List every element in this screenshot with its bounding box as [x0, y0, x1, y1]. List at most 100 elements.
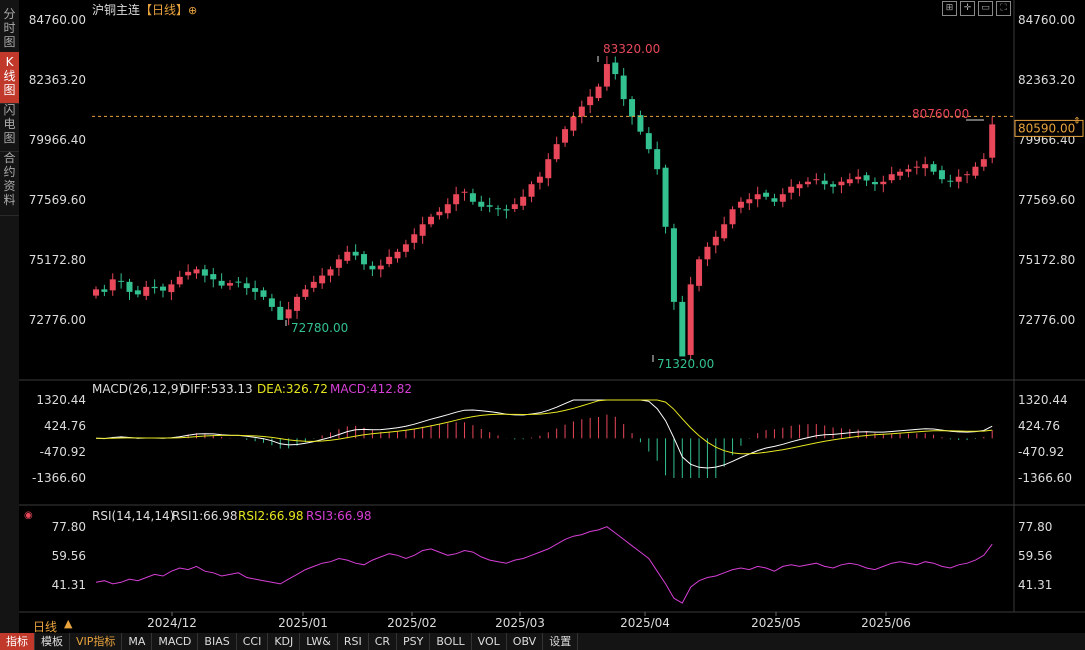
candle-body [294, 296, 301, 311]
candle-body [779, 194, 786, 202]
candle-body [319, 275, 326, 284]
layout-icon[interactable]: ▭ [978, 1, 993, 16]
candle-body [654, 149, 661, 170]
candle-body [394, 251, 401, 259]
candle-body [495, 208, 502, 210]
macd-tick-right-3: -1366.60 [1018, 471, 1072, 485]
candle-body [687, 284, 694, 355]
indicator-tab-ma[interactable]: MA [122, 633, 153, 650]
candle-body [143, 286, 150, 296]
x-label-4: 2025/04 [620, 616, 670, 630]
candle-body [109, 279, 116, 291]
rsi-tick-left-0: 77.80 [52, 520, 86, 534]
candle-body [201, 269, 208, 276]
candle-body [578, 106, 585, 117]
candle-body [134, 290, 141, 295]
scroll-left-icon: ▲ [64, 617, 73, 630]
candle-body [905, 169, 912, 172]
indicator-tab-vol[interactable]: VOL [472, 633, 507, 650]
candle-body [704, 246, 711, 260]
candle-body [603, 64, 610, 87]
candle-body [227, 283, 234, 286]
candle-body [160, 286, 167, 291]
price-tick-right-3: 77569.60 [1018, 193, 1075, 207]
x-label-5: 2025/05 [751, 616, 801, 630]
candle-body [662, 167, 669, 227]
candle-body [511, 204, 518, 210]
candle-body [361, 254, 368, 265]
indicator-tab-vip指标[interactable]: VIP指标 [70, 633, 123, 650]
candle-body [587, 96, 594, 106]
candle-body [763, 192, 770, 197]
grid-icon[interactable]: ⊞ [942, 1, 957, 16]
indicator-tab-kdj[interactable]: KDJ [268, 633, 301, 650]
indicator-tab-cr[interactable]: CR [369, 633, 398, 650]
indicator-tab-bias[interactable]: BIAS [198, 633, 237, 650]
indicator-tab-obv[interactable]: OBV [507, 633, 544, 650]
indicator-tab-macd[interactable]: MACD [152, 633, 199, 650]
chart-canvas: 沪铜主连 【日线】 ⊕ 84760.00 84760.00 82363.20 82363.2… [19, 0, 1085, 630]
price-tick-left-0: 84760.00 [29, 13, 86, 27]
candle-body [277, 306, 284, 320]
candle-body [637, 115, 644, 132]
candle-body [118, 280, 125, 282]
candle-body [612, 62, 619, 75]
candle-body [377, 265, 384, 270]
rsi-tick-right-2: 41.31 [1018, 578, 1052, 592]
candle-body [310, 281, 317, 288]
macd-tick-left-0: 1320.44 [36, 393, 86, 407]
candle-body [771, 198, 778, 202]
indicator-tab-模板[interactable]: 模板 [35, 633, 70, 650]
crosshair-icon[interactable]: ✛ [960, 1, 975, 16]
indicator-tab-cci[interactable]: CCI [237, 633, 269, 650]
candle-body [469, 193, 476, 202]
candle-body [855, 176, 862, 180]
x-label-1: 2025/01 [278, 616, 328, 630]
rsi3-label: RSI3:66.98 [306, 509, 372, 523]
price-tick-left-3: 77569.60 [29, 193, 86, 207]
candle-body [788, 186, 795, 193]
candle-body [980, 159, 987, 167]
indicator-tab-psy[interactable]: PSY [397, 633, 431, 650]
candle-body [168, 284, 175, 293]
price-tick-left-4: 75172.80 [29, 253, 86, 267]
candle-body [302, 289, 309, 297]
period-tag: 【日线】 [140, 3, 188, 17]
indicator-tab-设置[interactable]: 设置 [543, 633, 579, 650]
candle-body [696, 259, 703, 286]
indicator-tab-lw&[interactable]: LW& [300, 633, 338, 650]
rsi-tick-right-1: 59.56 [1018, 549, 1052, 563]
macd-diff-label: DIFF:533.13 [181, 382, 253, 396]
candle-body [947, 180, 954, 182]
candle-body [645, 133, 652, 150]
candle-body [235, 281, 242, 283]
candle-body [411, 234, 418, 243]
candle-body [746, 199, 753, 204]
indicator-tab-rsi[interactable]: RSI [338, 633, 369, 650]
candle-body [846, 179, 853, 184]
candle-body [419, 224, 426, 236]
indicator-tab-指标[interactable]: 指标 [0, 633, 35, 650]
candle-body [562, 129, 569, 143]
macd-label: MACD(26,12,9) [92, 382, 183, 396]
high-annotation: 83320.00 [603, 42, 660, 56]
candle-body [344, 251, 351, 261]
macd-tick-right-2: -470.92 [1018, 445, 1064, 459]
candle-body [528, 184, 535, 197]
low-annotation: 71320.00 [657, 357, 714, 371]
price-tick-right-5: 72776.00 [1018, 313, 1075, 327]
candle-body [553, 144, 560, 160]
indicator-tab-boll[interactable]: BOLL [430, 633, 472, 650]
candle-body [545, 159, 552, 179]
candle-body [712, 236, 719, 246]
candle-body [620, 75, 627, 100]
candle-body [268, 298, 275, 307]
candle-body [964, 174, 971, 176]
instrument-name: 沪铜主连 [92, 2, 140, 17]
candle-body [821, 180, 828, 185]
candle-body [126, 281, 133, 292]
candle-body [436, 211, 443, 216]
candle-body [218, 280, 225, 286]
candle-body [453, 194, 460, 205]
fullscreen-icon[interactable]: ⛶ [996, 1, 1011, 16]
